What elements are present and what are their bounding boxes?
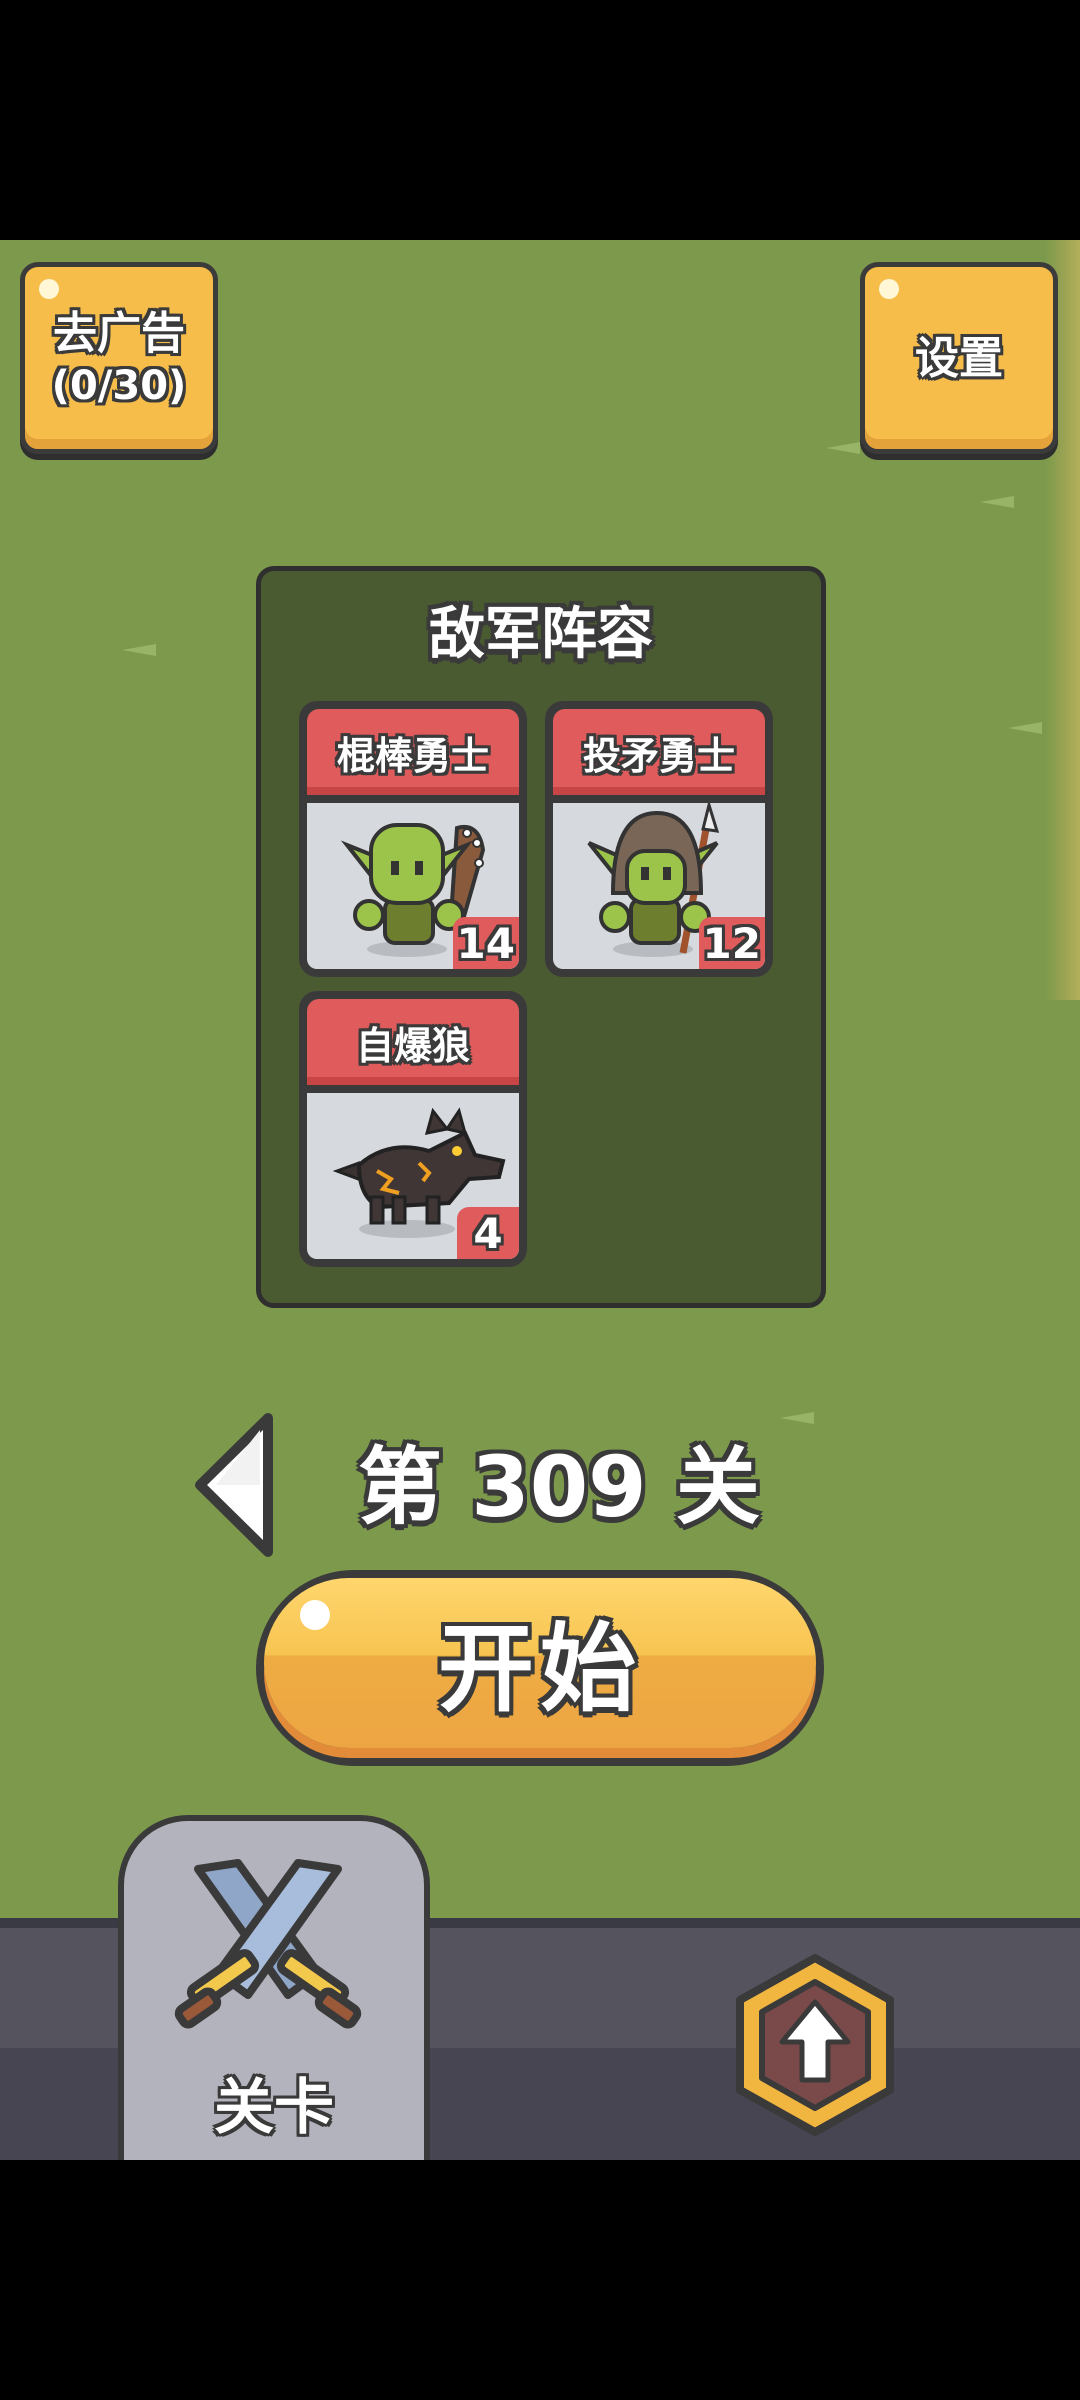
settings-button[interactable]: 设置 (860, 262, 1058, 454)
enemy-card-explosive-wolf[interactable]: 自爆狼 4 (299, 991, 527, 1267)
enemy-lineup-panel: 敌军阵容 棍棒勇士 14 投矛勇士 12 自爆狼 4 (256, 566, 826, 1308)
unit-name: 自爆狼 (355, 1023, 470, 1068)
unit-count: 4 (457, 1207, 519, 1259)
crossed-swords-icon (174, 1859, 362, 2029)
unit-count: 12 (698, 917, 765, 969)
start-button-face: 开始 (264, 1578, 816, 1748)
start-label: 开始 (438, 1612, 642, 1725)
card-portrait: 12 (553, 803, 765, 969)
unit-name: 棍棒勇士 (336, 733, 489, 778)
tab-levels-label: 关卡 (214, 2073, 334, 2143)
remove-ads-button[interactable]: 去广告 (0/30) (20, 262, 218, 454)
enemy-card-club-warrior[interactable]: 棍棒勇士 14 (299, 701, 527, 977)
grass-tuft (980, 496, 1014, 508)
card-header: 棍棒勇士 (307, 709, 519, 795)
start-button[interactable]: 开始 (256, 1570, 824, 1766)
settings-label: 设置 (915, 332, 1003, 384)
card-portrait: 4 (307, 1093, 519, 1259)
previous-level-arrow-icon[interactable] (190, 1410, 286, 1560)
level-number: 第 309 关 (358, 1438, 760, 1536)
grass-tuft (122, 644, 156, 656)
level-selector: 第 309 关 (0, 1410, 1080, 1570)
remove-ads-counter: (0/30) (51, 362, 187, 409)
unit-name: 投矛勇士 (582, 733, 735, 778)
remove-ads-title: 去广告 (53, 307, 185, 359)
grass-tuft (1008, 722, 1042, 734)
tab-levels[interactable]: 关卡 (118, 1815, 430, 2160)
game-screen: 去广告 (0/30) 设置 敌军阵容 棍棒勇士 14 投矛勇士 12 自爆狼 4… (0, 240, 1080, 2160)
card-portrait: 14 (307, 803, 519, 969)
card-header: 投矛勇士 (553, 709, 765, 795)
enemy-lineup-title: 敌军阵容 (429, 602, 653, 667)
button-shine (39, 279, 59, 299)
card-header: 自爆狼 (307, 999, 519, 1085)
button-shine (879, 279, 899, 299)
button-shine (300, 1600, 330, 1630)
unit-count: 14 (452, 917, 519, 969)
enemy-card-spear-warrior[interactable]: 投矛勇士 12 (545, 701, 773, 977)
upgrade-arrow-icon[interactable] (730, 1952, 900, 2142)
grass-tuft (826, 442, 860, 454)
